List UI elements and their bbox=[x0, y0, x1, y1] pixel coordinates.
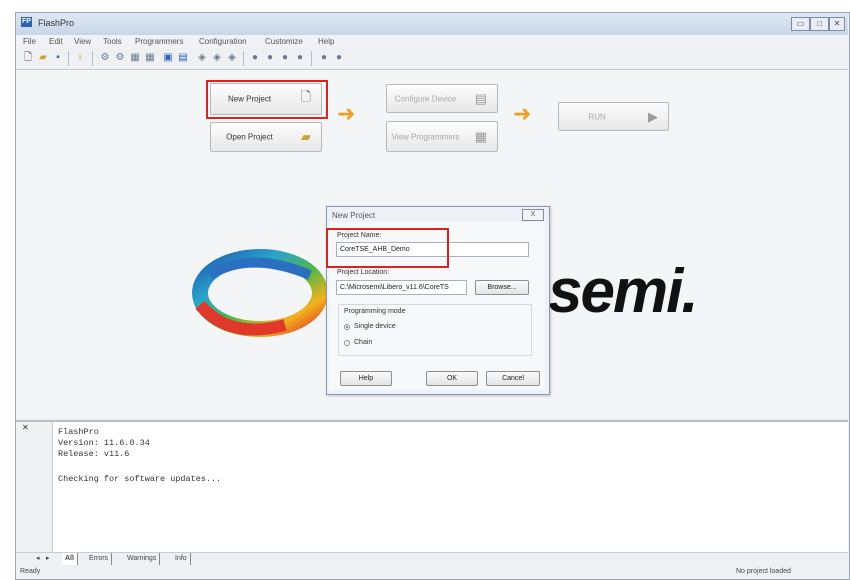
flashpro-app-icon: FP bbox=[21, 17, 32, 27]
view-icon[interactable]: ▣ bbox=[162, 52, 174, 64]
menu-configuration[interactable]: Configuration bbox=[199, 37, 247, 46]
status-text: Ready bbox=[20, 568, 41, 575]
single-device-radio[interactable] bbox=[344, 324, 350, 330]
menu-file[interactable]: File bbox=[23, 37, 36, 46]
project-location-input[interactable]: C:\Microsemi\Libero_v11.6\CoreTS bbox=[336, 280, 467, 295]
tab-info[interactable]: Info bbox=[172, 553, 191, 565]
highlight-box bbox=[206, 80, 328, 119]
tab-warnings[interactable]: Warnings bbox=[124, 553, 161, 565]
log-close-icon[interactable]: ✕ bbox=[22, 423, 29, 432]
toolbar-separator bbox=[68, 51, 69, 66]
toolbar-separator bbox=[311, 51, 312, 66]
title-bar bbox=[16, 13, 848, 35]
logo-text: semi. bbox=[548, 257, 699, 326]
new-file-icon[interactable]: 🗋 bbox=[22, 52, 34, 64]
menu-customize[interactable]: Customize bbox=[265, 37, 303, 46]
close-icon[interactable]: ✕ bbox=[829, 17, 845, 31]
action-icon[interactable]: ● bbox=[264, 52, 276, 64]
action-icon[interactable]: ● bbox=[279, 52, 291, 64]
run-icon: ▶ bbox=[648, 108, 658, 124]
toolbar-separator bbox=[92, 51, 93, 66]
open-folder-icon[interactable]: ▰ bbox=[37, 52, 49, 64]
menu-tools[interactable]: Tools bbox=[103, 37, 122, 46]
log-line: Release: v11.6 bbox=[58, 449, 130, 459]
chain-radio[interactable] bbox=[344, 340, 350, 346]
device-icon[interactable]: ◈ bbox=[226, 52, 238, 64]
tab-all[interactable]: All bbox=[62, 553, 78, 565]
programmer-icon[interactable]: ⚙ bbox=[99, 52, 111, 64]
device-icon[interactable]: ◈ bbox=[211, 52, 223, 64]
browse-button[interactable]: Browse... bbox=[475, 280, 529, 295]
toolbar-separator bbox=[243, 51, 244, 66]
open-project-button[interactable]: Open Project ▰ bbox=[210, 122, 322, 152]
menu-help[interactable]: Help bbox=[318, 37, 334, 46]
project-status-text: No project loaded bbox=[736, 568, 791, 575]
device-icon[interactable]: ◈ bbox=[196, 52, 208, 64]
menu-programmers[interactable]: Programmers bbox=[135, 37, 183, 46]
action-icon[interactable]: ● bbox=[318, 52, 330, 64]
tab-errors[interactable]: Errors bbox=[86, 553, 113, 565]
view-icon[interactable]: ▤ bbox=[177, 52, 189, 64]
cancel-button[interactable]: Cancel bbox=[486, 371, 540, 386]
log-line: Version: 11.6.0.34 bbox=[58, 438, 150, 448]
help-button[interactable]: Help bbox=[340, 371, 392, 386]
flow-arrow-icon: ➜ bbox=[337, 101, 356, 126]
tab-scroll-left-icon[interactable]: ◂ bbox=[36, 554, 40, 562]
status-bar bbox=[16, 567, 848, 578]
action-icon[interactable]: ● bbox=[333, 52, 345, 64]
run-label: RUN bbox=[588, 112, 606, 121]
menu-edit[interactable]: Edit bbox=[49, 37, 63, 46]
log-line: Checking for software updates... bbox=[58, 474, 222, 484]
programming-mode-label: Programming mode bbox=[344, 308, 406, 315]
configure-device-label: Configure Device bbox=[394, 94, 457, 103]
dialog-close-icon[interactable]: X bbox=[522, 209, 544, 221]
programmer-icon[interactable]: ⚙ bbox=[114, 52, 126, 64]
action-icon[interactable]: ● bbox=[249, 52, 261, 64]
chain-label: Chain bbox=[354, 339, 373, 346]
device-icon: ▤ bbox=[474, 90, 487, 106]
action-icon[interactable]: ● bbox=[294, 52, 306, 64]
chip-icon[interactable]: ▦ bbox=[129, 52, 141, 64]
menu-view[interactable]: View bbox=[74, 37, 91, 46]
maximize-icon[interactable]: □ bbox=[810, 17, 829, 31]
tab-scroll-right-icon[interactable]: ▸ bbox=[46, 554, 50, 562]
flow-arrow-icon: ➜ bbox=[513, 101, 532, 126]
minimize-icon[interactable]: ▭ bbox=[791, 17, 810, 31]
dialog-title: New Project bbox=[332, 211, 376, 220]
chip-icon[interactable]: ▦ bbox=[144, 52, 156, 64]
window-title: FlashPro bbox=[38, 18, 75, 28]
save-icon[interactable]: ▪ bbox=[52, 52, 64, 64]
microsemi-logo-icon bbox=[192, 249, 328, 337]
open-project-label: Open Project bbox=[226, 132, 273, 142]
view-programmers-button[interactable]: View Programmers ▦ bbox=[386, 121, 498, 152]
open-folder-icon: ▰ bbox=[301, 129, 311, 144]
log-gutter bbox=[16, 422, 53, 552]
programmer-icon: ▦ bbox=[474, 128, 487, 144]
ok-button[interactable]: OK bbox=[426, 371, 478, 386]
run-button[interactable]: RUN ▶ bbox=[558, 102, 669, 131]
log-line: FlashPro bbox=[58, 427, 99, 437]
project-location-label: Project Location: bbox=[337, 269, 390, 276]
highlight-box bbox=[326, 228, 449, 268]
single-device-label: Single device bbox=[354, 323, 396, 330]
view-programmers-label: View Programmers bbox=[391, 132, 460, 141]
configure-device-button[interactable]: Configure Device ▤ bbox=[386, 84, 498, 113]
key-icon[interactable]: ♀ bbox=[74, 52, 86, 64]
